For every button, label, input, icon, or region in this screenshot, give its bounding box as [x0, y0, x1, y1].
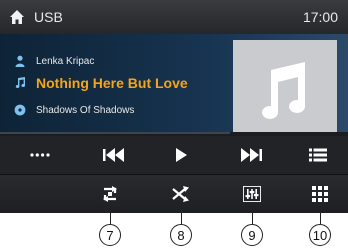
artist-row: Lenka Kripac — [14, 52, 94, 70]
callout-line — [252, 208, 253, 224]
next-track-icon — [241, 148, 262, 162]
home-icon[interactable] — [10, 10, 24, 24]
repeat-button[interactable] — [92, 180, 128, 208]
callout-line — [110, 208, 111, 224]
grid-menu-icon — [312, 186, 328, 202]
callout-line — [181, 208, 182, 224]
song-title: Nothing Here But Love — [36, 75, 188, 91]
music-note-icon — [15, 77, 25, 88]
more-dots-icon — [30, 153, 50, 157]
disc-icon — [14, 104, 26, 116]
repeat-icon — [103, 186, 117, 202]
callout-8: 8 — [170, 224, 192, 246]
callout-7: 7 — [99, 224, 121, 246]
artist-name: Lenka Kripac — [36, 55, 95, 67]
next-button[interactable] — [233, 141, 269, 169]
playlist-button[interactable] — [300, 141, 336, 169]
person-icon — [15, 55, 25, 67]
album-name: Shadows Of Shadows — [36, 104, 135, 116]
function-bar — [0, 174, 348, 213]
previous-track-icon — [103, 148, 124, 162]
source-title: USB — [34, 9, 63, 25]
playlist-icon — [309, 148, 327, 162]
shuffle-button[interactable] — [163, 180, 199, 208]
more-button[interactable] — [22, 141, 58, 169]
playback-controls — [0, 136, 348, 174]
equalizer-icon — [243, 186, 261, 202]
music-note-icon — [262, 62, 306, 119]
top-bar: USB 17:00 — [0, 0, 348, 34]
play-icon — [176, 148, 187, 162]
head-unit-screen: USB 17:00 Lenka Kripac Nothing Here But … — [0, 0, 348, 213]
play-button[interactable] — [163, 141, 199, 169]
album-row: Shadows Of Shadows — [14, 101, 134, 119]
shuffle-icon — [172, 186, 189, 202]
callout-9: 9 — [241, 224, 263, 246]
progress-bar[interactable] — [0, 132, 230, 134]
menu-button[interactable] — [302, 180, 338, 208]
callout-10: 10 — [309, 224, 331, 246]
previous-button[interactable] — [96, 141, 132, 169]
equalizer-button[interactable] — [234, 180, 270, 208]
song-row: Nothing Here But Love — [14, 74, 188, 92]
clock: 17:00 — [302, 9, 338, 25]
callout-line — [320, 208, 321, 224]
album-art — [233, 40, 337, 132]
